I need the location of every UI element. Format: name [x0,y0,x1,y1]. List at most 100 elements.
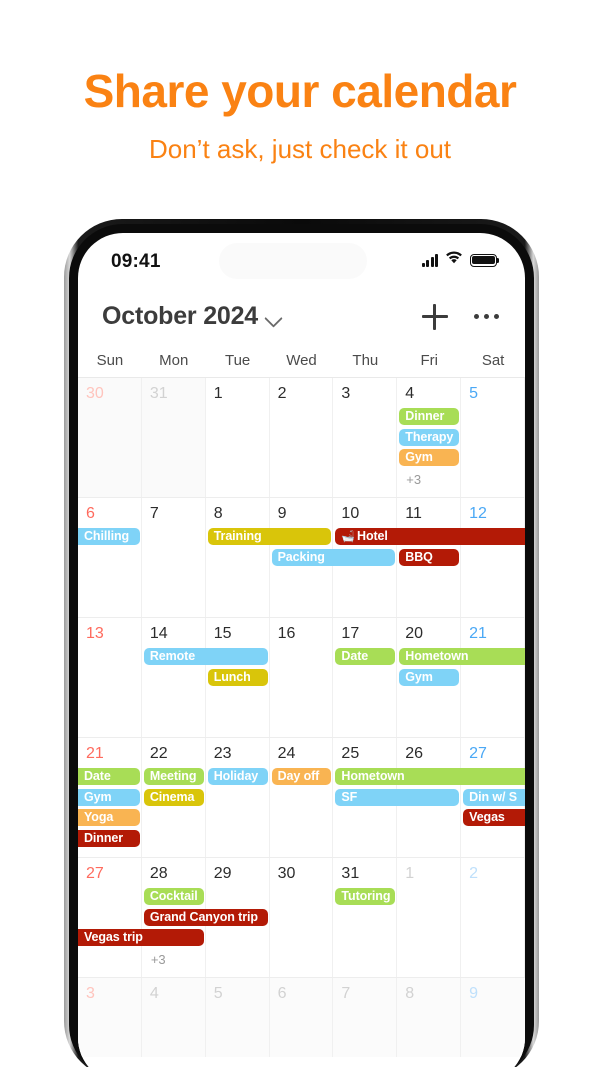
day-number: 5 [469,385,479,402]
calendar-event-chip[interactable]: Din w/ S [463,788,525,806]
calendar-event-chip[interactable]: Hometown [399,648,525,665]
chevron-down-icon[interactable] [264,308,283,328]
calendar-event-chip[interactable]: Gym [399,449,460,466]
day-number: 26 [405,745,424,762]
phone-mockup: 09:41 October 2024 Sun Mon Tue Wed Thu F… [64,219,539,1067]
calendar-week-row: 27 28 29 30 31 1 2 Cocktail Grand Canyon trip Veg… [78,858,525,978]
calendar-week-row: 21 22 23 24 25 26 27 Date Gym Yoga Dinner Meeting Ci… [78,738,525,858]
day-number: 23 [213,745,232,762]
calendar-day-cell[interactable]: 8 [397,978,462,1057]
weekday-label-wed: Wed [286,352,317,369]
calendar-day-cell[interactable]: 8 [206,498,270,617]
calendar-day-cell[interactable]: 21 [461,618,525,737]
weekday-label-thu: Thu [352,352,379,369]
event-chip-label: BBQ [405,549,433,564]
day-number: 9 [277,505,287,522]
calendar-day-cell[interactable]: 13 [78,618,142,737]
calendar-day-cell[interactable]: 1 [206,378,270,497]
event-chip-label: Training [213,529,262,543]
calendar-day-cell[interactable]: 9 [461,978,525,1057]
weekday-header-row: Sun Mon Tue Wed Thu Fri Sat [78,344,525,378]
calendar-event-chip[interactable]: Cinema [143,788,204,806]
calendar-event-chip[interactable]: Grand Canyon trip [143,908,268,926]
calendar-event-chip[interactable]: SF [335,788,460,806]
more-options-button[interactable] [473,313,499,320]
calendar-event-chip[interactable]: Chilling [78,528,140,545]
calendar-event-chip[interactable]: Remote [143,648,268,665]
calendar-day-cell[interactable]: 16 [270,618,334,737]
calendar-event-chip[interactable]: Training [207,528,332,545]
calendar-day-cell[interactable]: 7 [333,978,398,1057]
calendar-day-cell[interactable]: 31 [333,858,398,977]
calendar-event-chip[interactable]: Therapy [399,428,460,446]
day-number: 20 [405,625,424,642]
calendar-event-chip[interactable]: Yoga [78,809,140,826]
calendar-event-chip[interactable]: Vegas [463,809,525,826]
calendar-event-chip[interactable]: Holiday [207,768,268,785]
calendar-event-chip[interactable]: Date [78,768,140,785]
calendar-day-cell[interactable]: 3 [78,978,142,1057]
promo-subtitle: Don’t ask, just check it out [148,134,452,164]
calendar-day-cell[interactable]: 17 [333,618,398,737]
calendar-event-chip[interactable]: Dinner [78,829,140,847]
calendar-event-chip[interactable]: Gym [78,788,140,806]
calendar-event-chip[interactable]: Lunch [207,668,268,686]
calendar-day-cell[interactable]: 4 [142,978,206,1057]
calendar-day-cell[interactable]: 2 [270,378,334,497]
calendar-event-chip[interactable]: Gym [399,668,460,686]
calendar-event-chip[interactable]: Cocktail [143,888,204,905]
calendar-day-cell[interactable]: 30 [270,858,334,977]
event-chip-label: Date [84,769,111,783]
calendar-event-chip[interactable]: Tutoring [335,888,396,905]
event-chip-label: Packing [277,549,325,564]
calendar-day-cell[interactable]: 14 [142,618,206,737]
phone-screen: 09:41 October 2024 Sun Mon Tue Wed Thu F… [78,233,525,1067]
calendar-event-chip[interactable]: BBQ [399,548,460,566]
calendar-day-cell[interactable]: 5 [206,978,270,1057]
promo-screenshot-page: Share your calendar Don’t ask, just chec… [0,0,600,1067]
calendar-event-chip[interactable]: Meeting [143,768,204,785]
event-chip-label: Tutoring [341,889,391,903]
day-number: 15 [213,625,232,642]
calendar-day-cell[interactable]: 6 [270,978,334,1057]
event-chip-label: Day off [277,769,320,783]
calendar-day-cell[interactable]: 6 [78,498,142,617]
day-number: 13 [86,625,104,642]
add-event-button[interactable] [421,303,448,330]
wifi-icon [445,251,463,269]
calendar-day-cell[interactable]: 30 [78,378,142,497]
calendar-day-cell[interactable]: 5 [461,378,525,497]
calendar-event-chip[interactable]: Day off [271,768,332,785]
day-number: 9 [469,985,479,1002]
weekday-label-sat: Sat [481,352,505,369]
calendar-event-chip[interactable]: Vegas trip [78,929,204,946]
calendar-event-chip[interactable]: Dinner [399,408,460,425]
calendar-month-grid: 30 31 1 2 3 4 5 Dinner Therapy Gym +3 6 7 8 9 10 11 12 Chi… [78,378,525,1057]
calendar-event-chip[interactable]: Hometown [335,768,525,785]
calendar-day-cell[interactable]: 12 [461,498,525,617]
calendar-week-row: 30 31 1 2 3 4 5 Dinner Therapy Gym +3 [78,378,525,498]
calendar-day-cell[interactable]: 24 [270,738,334,857]
event-chip-label: Gym [405,669,433,684]
calendar-day-cell[interactable]: 3 [333,378,398,497]
calendar-day-cell[interactable]: 27 [78,858,142,977]
event-chip-label: Yoga [84,810,114,824]
calendar-day-cell[interactable]: 23 [206,738,270,857]
calendar-day-cell[interactable]: 31 [141,378,206,497]
calendar-day-cell[interactable]: 7 [142,498,206,617]
calendar-header: October 2024 [78,289,525,344]
event-chip-label: Meeting [149,769,197,783]
calendar-event-chip[interactable]: 🛁 Hotel [335,528,525,545]
event-chip-label: Din w/ S [469,789,517,804]
day-number: 3 [86,985,95,1002]
calendar-event-chip[interactable]: Packing [271,548,396,566]
event-chip-label: Holiday [213,769,259,783]
calendar-event-chip[interactable]: Date [335,648,396,665]
event-chip-label: Vegas [469,810,505,824]
calendar-day-cell[interactable]: 2 [461,858,525,977]
calendar-week-row: 6 7 8 9 10 11 12 Chilling Training 🛁 Hotel Packing B… [78,498,525,618]
more-events-label[interactable]: +3 [406,472,421,487]
page-title[interactable]: October 2024 [102,302,258,331]
more-events-label[interactable]: +3 [151,952,166,967]
calendar-day-cell[interactable]: 1 [397,858,462,977]
